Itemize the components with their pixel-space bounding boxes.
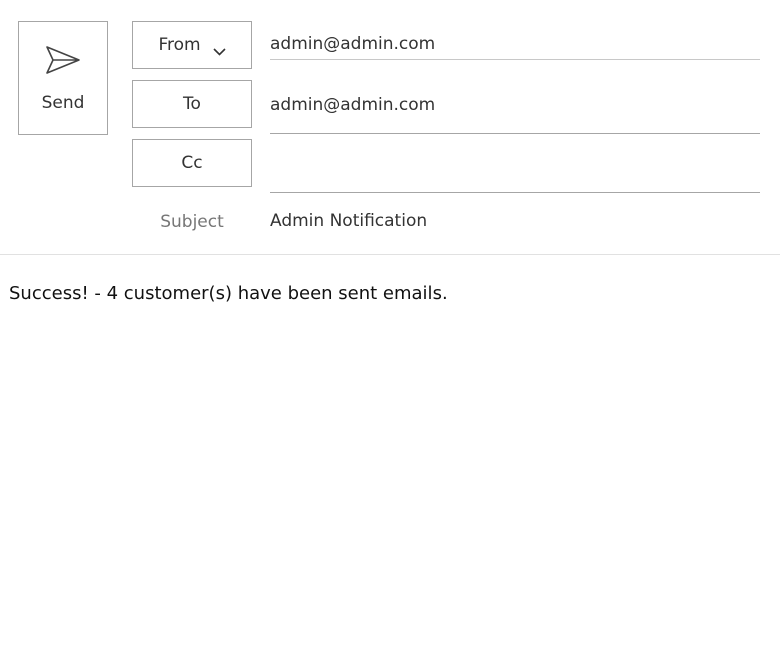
cc-label: Cc xyxy=(181,153,203,173)
subject-label: Subject xyxy=(160,212,224,232)
subject-field[interactable]: Admin Notification xyxy=(270,211,427,231)
send-icon xyxy=(45,43,81,77)
send-button[interactable]: Send xyxy=(18,21,108,135)
message-body[interactable]: Success! - 4 customer(s) have been sent … xyxy=(9,283,448,304)
chevron-down-icon xyxy=(212,41,226,56)
to-label: To xyxy=(183,94,201,114)
from-field[interactable]: admin@admin.com xyxy=(270,31,760,60)
header-divider xyxy=(0,254,780,255)
cc-field[interactable] xyxy=(270,150,760,193)
from-label: From xyxy=(158,35,201,55)
to-field[interactable]: admin@admin.com xyxy=(270,91,760,134)
from-button[interactable]: From xyxy=(132,21,252,69)
to-button[interactable]: To xyxy=(132,80,252,128)
send-label: Send xyxy=(41,93,85,113)
cc-button[interactable]: Cc xyxy=(132,139,252,187)
